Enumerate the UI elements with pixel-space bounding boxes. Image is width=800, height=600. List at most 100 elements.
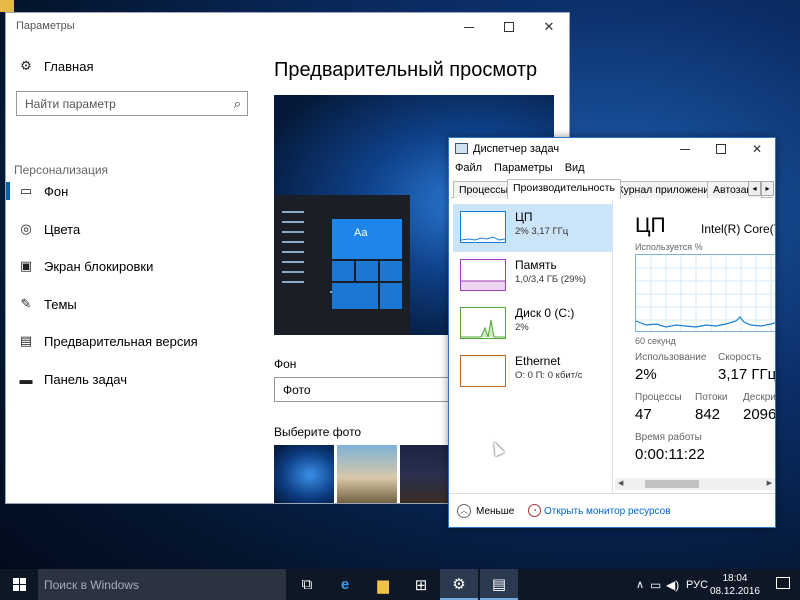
disk-mini-graph bbox=[460, 307, 506, 339]
preview-tile bbox=[332, 283, 378, 309]
preview-tile bbox=[380, 283, 402, 309]
tab-scroll-right[interactable]: ▸ bbox=[761, 181, 774, 196]
minimize-button[interactable] bbox=[667, 138, 703, 160]
store-button[interactable]: ⊞ bbox=[402, 569, 440, 600]
tray-overflow[interactable]: ∧ bbox=[636, 569, 644, 600]
handles-value: 2096 bbox=[743, 406, 775, 423]
taskbar: Поиск в Windows ⧉ e ▆ ⊞ ⚙ ▤ ∧ ▭ ◀) РУС 1… bbox=[0, 569, 800, 600]
background-dropdown[interactable]: Фото bbox=[274, 377, 474, 402]
close-button[interactable]: ✕ bbox=[739, 138, 775, 160]
preview-tile-text: Aa bbox=[354, 227, 368, 239]
task-view-button[interactable]: ⧉ bbox=[288, 569, 326, 600]
cpu-mini-graph bbox=[460, 211, 506, 243]
perf-item-name: Ethernet bbox=[515, 354, 561, 368]
action-center-icon[interactable] bbox=[776, 577, 790, 589]
sidebar-item-colors[interactable]: ◎ Цвета bbox=[6, 214, 262, 244]
taskbar-icon: ▬ bbox=[19, 371, 33, 387]
horizontal-scrollbar[interactable]: ◀ ▶ bbox=[615, 478, 775, 490]
taskbar-search-box[interactable]: Поиск в Windows bbox=[38, 569, 286, 600]
sidebar-item-label: Темы bbox=[44, 296, 77, 312]
preview-tile bbox=[380, 261, 402, 281]
desktop-folder-icon[interactable] bbox=[0, 0, 14, 12]
start-menu-preview: Aa bbox=[274, 195, 410, 335]
folder-icon: ▆ bbox=[377, 576, 389, 594]
chevron-up-icon[interactable]: ︿ bbox=[457, 504, 471, 518]
menu-view[interactable]: Вид bbox=[565, 162, 585, 178]
network-tray[interactable]: ▭ bbox=[650, 569, 661, 600]
cpu-graph-svg bbox=[636, 255, 775, 331]
open-resource-monitor-link[interactable]: Открыть монитор ресурсов bbox=[544, 506, 671, 517]
preview-menu-line bbox=[282, 211, 304, 213]
processes-label: Процессы bbox=[635, 392, 682, 403]
search-icon: ⌕ bbox=[233, 96, 241, 111]
sidebar-item-background[interactable]: ▭ Фон bbox=[6, 176, 262, 206]
sidebar-item-preview[interactable]: ▤ Предварительная версия bbox=[6, 326, 262, 356]
menu-file[interactable]: Файл bbox=[455, 162, 482, 178]
task-manager-taskbar-button[interactable]: ▤ bbox=[480, 569, 518, 600]
perf-item-ethernet[interactable]: Ethernet О: 0 П: 0 кбит/с bbox=[453, 348, 613, 396]
perf-item-value: О: 0 П: 0 кбит/с bbox=[515, 370, 583, 381]
language-label: РУС bbox=[686, 578, 709, 591]
language-indicator[interactable]: РУС bbox=[686, 569, 708, 600]
image-icon: ▭ bbox=[19, 183, 33, 198]
memory-mini-graph-svg bbox=[461, 280, 505, 290]
task-manager-window: Диспетчер задач ✕ Файл Параметры Вид Про… bbox=[448, 137, 776, 528]
edge-button[interactable]: e bbox=[326, 569, 364, 600]
minimize-button[interactable] bbox=[449, 13, 489, 41]
processes-value: 47 bbox=[635, 406, 652, 423]
perf-item-memory[interactable]: Память 1,0/3,4 ГБ (29%) bbox=[453, 252, 613, 300]
palette-icon: ◎ bbox=[20, 221, 32, 236]
choose-photo-label: Выберите фото bbox=[274, 425, 362, 439]
tab-performance[interactable]: Производительность bbox=[507, 179, 621, 199]
cpu-mini-line bbox=[460, 236, 506, 241]
explorer-button[interactable]: ▆ bbox=[364, 569, 402, 600]
tab-processes[interactable]: Процессы bbox=[453, 181, 515, 198]
background-label: Фон bbox=[274, 357, 297, 371]
volume-tray[interactable]: ◀) bbox=[666, 569, 679, 600]
scroll-left-icon[interactable]: ◀ bbox=[618, 479, 623, 487]
clock-time: 18:04 bbox=[722, 573, 748, 584]
close-button[interactable]: ✕ bbox=[529, 13, 569, 41]
settings-window-controls: ✕ bbox=[449, 13, 569, 41]
menu-options[interactable]: Параметры bbox=[494, 162, 553, 178]
fewer-details-button[interactable]: Меньше bbox=[476, 506, 514, 517]
preview-tile bbox=[332, 261, 354, 281]
cpu-model: Intel(R) Core(T bbox=[701, 222, 775, 236]
uptime-label: Время работы bbox=[635, 432, 702, 443]
sidebar-item-lock-screen[interactable]: ▣ Экран блокировки bbox=[6, 251, 262, 281]
photo-thumbnail[interactable] bbox=[274, 445, 334, 503]
sidebar-item-label: Цвета bbox=[44, 221, 81, 237]
preview-menu-line bbox=[282, 281, 304, 283]
volume-icon: ◀) bbox=[666, 577, 680, 592]
start-icon: ▤ bbox=[19, 333, 33, 348]
preview-menu-line bbox=[282, 261, 304, 263]
settings-taskbar-button[interactable]: ⚙ bbox=[440, 569, 478, 600]
tab-app-history[interactable]: Журнал приложений bbox=[608, 181, 721, 198]
cpu-utilization-graph bbox=[635, 254, 775, 332]
speed-label: Скорость bbox=[718, 352, 762, 363]
maximize-button[interactable] bbox=[703, 138, 739, 160]
perf-item-cpu[interactable]: ЦП 2% 3,17 ГГц bbox=[453, 204, 613, 252]
clock[interactable]: 18:04 08.12.2016 bbox=[710, 572, 760, 598]
taskbar-search-placeholder: Поиск в Windows bbox=[44, 578, 139, 592]
sidebar-item-themes[interactable]: ✎ Темы bbox=[6, 289, 262, 319]
perf-item-name: Диск 0 (C:) bbox=[515, 306, 575, 320]
sidebar-item-label: Фон bbox=[44, 183, 69, 199]
menu-bar: Файл Параметры Вид bbox=[449, 162, 585, 178]
photo-thumbnail[interactable] bbox=[337, 445, 397, 503]
scrollbar-thumb[interactable] bbox=[645, 480, 699, 488]
perf-item-disk[interactable]: Диск 0 (C:) 2% bbox=[453, 300, 613, 348]
settings-search-input[interactable]: Найти параметр ⌕ bbox=[16, 91, 248, 116]
tab-bar: Процессы Производительность Журнал прило… bbox=[451, 179, 774, 199]
perf-item-value: 2% 3,17 ГГц bbox=[515, 226, 569, 237]
usage-label: Использование bbox=[635, 352, 707, 363]
tab-scroll-left[interactable]: ◂ bbox=[748, 181, 761, 196]
active-indicator bbox=[6, 182, 10, 200]
task-view-icon: ⧉ bbox=[301, 576, 313, 593]
maximize-button[interactable] bbox=[489, 13, 529, 41]
sidebar-item-taskbar[interactable]: ▬ Панель задач bbox=[6, 364, 262, 394]
sidebar-item-home[interactable]: ⚙ Главная bbox=[6, 51, 262, 81]
scroll-right-icon[interactable]: ▶ bbox=[767, 479, 772, 487]
cpu-detail-panel: ЦП Intel(R) Core(T Используется % 60 сек… bbox=[615, 200, 775, 492]
start-button[interactable] bbox=[0, 569, 38, 600]
